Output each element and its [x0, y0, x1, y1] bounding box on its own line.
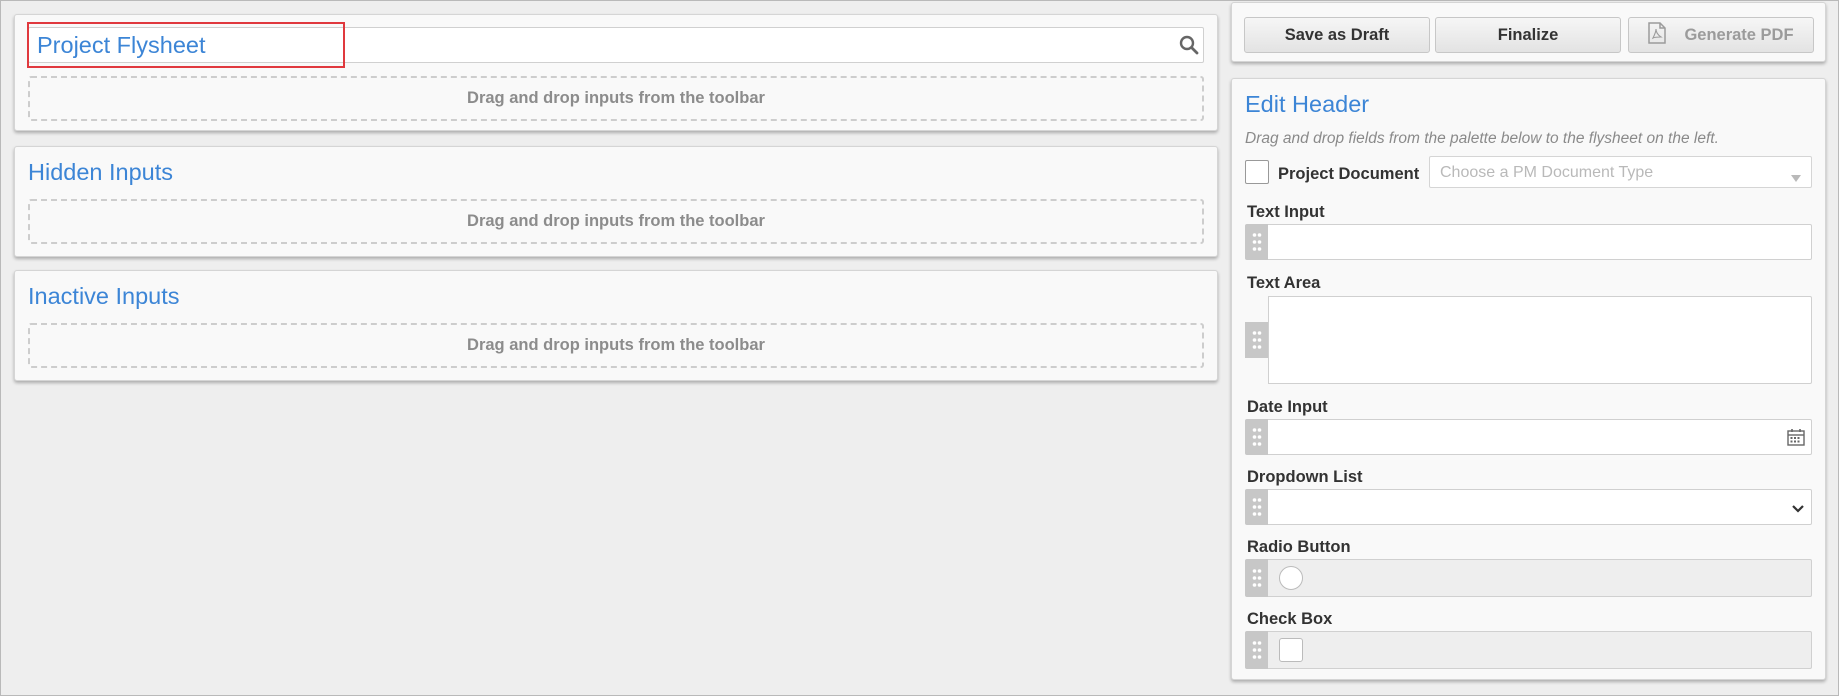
- dropdown-list-palette-item[interactable]: [1245, 489, 1812, 525]
- drag-handle-icon[interactable]: [1245, 631, 1268, 669]
- text-input-palette-item[interactable]: [1245, 224, 1812, 260]
- check-box-label: Check Box: [1247, 610, 1333, 628]
- chevron-down-icon[interactable]: [1791, 501, 1805, 519]
- caret-down-icon: [1791, 169, 1801, 187]
- text-area-preview: [1268, 296, 1812, 384]
- date-input-preview: [1268, 419, 1812, 455]
- project-document-checkbox[interactable]: [1245, 160, 1269, 184]
- check-box-preview: [1268, 631, 1812, 669]
- radio-button-label: Radio Button: [1247, 538, 1351, 556]
- save-draft-button[interactable]: Save as Draft: [1244, 17, 1430, 53]
- text-input-preview: [1268, 224, 1812, 260]
- date-input-palette-item[interactable]: [1245, 419, 1812, 455]
- check-box-palette-item[interactable]: [1245, 631, 1812, 669]
- radio-button-palette-item[interactable]: [1245, 559, 1812, 597]
- dropdown-list-preview: [1268, 489, 1812, 525]
- radio-button-preview: [1268, 559, 1812, 597]
- check-box-square: [1279, 638, 1303, 662]
- generate-pdf-label: Generate PDF: [1684, 25, 1794, 44]
- flysheet-dropzone[interactable]: Drag and drop inputs from the toolbar: [28, 76, 1204, 121]
- hidden-inputs-dropzone[interactable]: Drag and drop inputs from the toolbar: [28, 199, 1204, 244]
- hidden-inputs-panel: Hidden Inputs Drag and drop inputs from …: [14, 146, 1218, 257]
- pdf-file-icon: [1648, 21, 1667, 49]
- dropzone-text: Drag and drop inputs from the toolbar: [467, 212, 765, 230]
- edit-header-hint: Drag and drop fields from the palette be…: [1245, 130, 1719, 147]
- search-icon[interactable]: [1179, 35, 1199, 60]
- document-type-select[interactable]: Choose a PM Document Type: [1429, 156, 1812, 188]
- dropdown-list-label: Dropdown List: [1247, 468, 1363, 486]
- flysheet-panel: Project Flysheet Drag and drop inputs fr…: [14, 14, 1218, 131]
- inactive-inputs-panel: Inactive Inputs Drag and drop inputs fro…: [14, 270, 1218, 381]
- flysheet-title-input[interactable]: Project Flysheet: [27, 22, 1204, 68]
- project-document-label: Project Document: [1278, 165, 1420, 183]
- generate-pdf-button[interactable]: Generate PDF: [1628, 17, 1814, 53]
- drag-handle-icon[interactable]: [1245, 419, 1268, 455]
- action-toolbar: Save as Draft Finalize Generate PDF: [1231, 2, 1826, 62]
- finalize-button[interactable]: Finalize: [1435, 17, 1621, 53]
- save-draft-label: Save as Draft: [1284, 25, 1390, 44]
- hidden-inputs-title: Hidden Inputs: [28, 159, 174, 185]
- drag-handle-icon[interactable]: [1245, 296, 1268, 384]
- drag-handle-icon[interactable]: [1245, 559, 1268, 597]
- date-input-label: Date Input: [1247, 398, 1328, 416]
- dropzone-text: Drag and drop inputs from the toolbar: [467, 336, 765, 354]
- inactive-inputs-title: Inactive Inputs: [28, 283, 180, 309]
- text-area-palette-item[interactable]: [1245, 296, 1812, 384]
- edit-header-title: Edit Header: [1245, 91, 1370, 117]
- drag-handle-icon[interactable]: [1245, 489, 1268, 525]
- dropzone-text: Drag and drop inputs from the toolbar: [467, 89, 765, 107]
- radio-button-circle: [1279, 566, 1303, 590]
- drag-handle-icon[interactable]: [1245, 224, 1268, 260]
- text-input-label: Text Input: [1247, 203, 1325, 221]
- inactive-inputs-dropzone[interactable]: Drag and drop inputs from the toolbar: [28, 323, 1204, 368]
- document-type-placeholder: Choose a PM Document Type: [1440, 164, 1654, 181]
- calendar-icon[interactable]: [1787, 428, 1805, 451]
- edit-header-panel: Edit Header Drag and drop fields from th…: [1231, 78, 1826, 680]
- title-highlight-box: [27, 22, 345, 68]
- finalize-label: Finalize: [1497, 25, 1559, 44]
- text-area-label: Text Area: [1247, 274, 1321, 292]
